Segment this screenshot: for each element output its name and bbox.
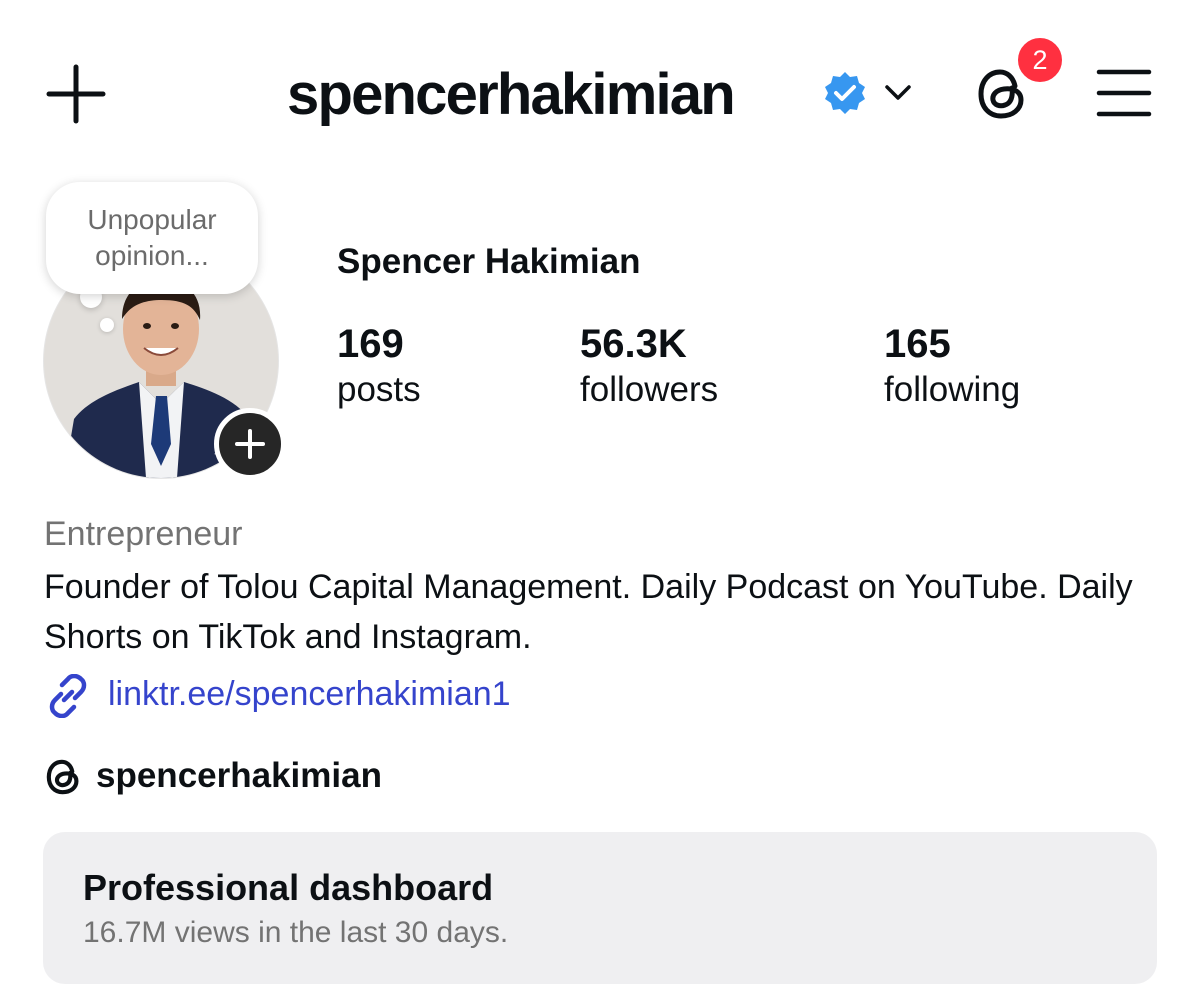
link-icon <box>44 673 92 719</box>
threads-icon <box>44 756 84 798</box>
menu-icon <box>1096 69 1152 117</box>
dashboard-title: Professional dashboard <box>83 867 494 908</box>
profile-note[interactable]: Unpopular opinion... <box>46 182 258 294</box>
stat-posts-label: posts <box>337 370 421 409</box>
stat-following-label: following <box>884 370 1021 409</box>
account-switcher-chevron[interactable] <box>882 78 914 106</box>
professional-dashboard-card[interactable]: Professional dashboard 16.7M views in th… <box>43 832 1157 984</box>
profile-full-name: Spencer Hakimian <box>337 242 641 281</box>
chevron-down-icon <box>885 85 911 100</box>
plus-icon <box>46 64 106 124</box>
note-bubble-dot <box>100 318 114 332</box>
stat-following-count: 165 <box>884 322 951 366</box>
stat-followers-count: 56.3K <box>580 322 687 366</box>
profile-note-text: Unpopular opinion... <box>87 204 217 271</box>
profile-category: Entrepreneur <box>44 515 243 553</box>
verified-badge-icon <box>822 70 868 116</box>
menu-button[interactable] <box>1096 66 1152 120</box>
plus-icon <box>235 429 265 459</box>
profile-bio: Founder of Tolou Capital Management. Dai… <box>44 568 1133 656</box>
stat-following[interactable]: 165 following <box>884 320 1020 412</box>
stat-posts-count: 169 <box>337 322 404 366</box>
create-plus-button[interactable] <box>46 64 106 124</box>
dashboard-subtitle: 16.7M views in the last 30 days. <box>83 916 509 949</box>
account-username[interactable]: spencerhakimian <box>287 60 736 130</box>
stat-posts[interactable]: 169 posts <box>337 320 421 412</box>
notification-badge: 2 <box>1014 34 1066 86</box>
profile-link[interactable]: linktr.ee/spencerhakimian1 <box>108 672 511 716</box>
stat-followers-label: followers <box>580 370 719 409</box>
threads-profile-link[interactable]: spencerhakimian <box>96 754 382 798</box>
add-story-button[interactable] <box>214 408 286 480</box>
stat-followers[interactable]: 56.3K followers <box>580 320 718 412</box>
